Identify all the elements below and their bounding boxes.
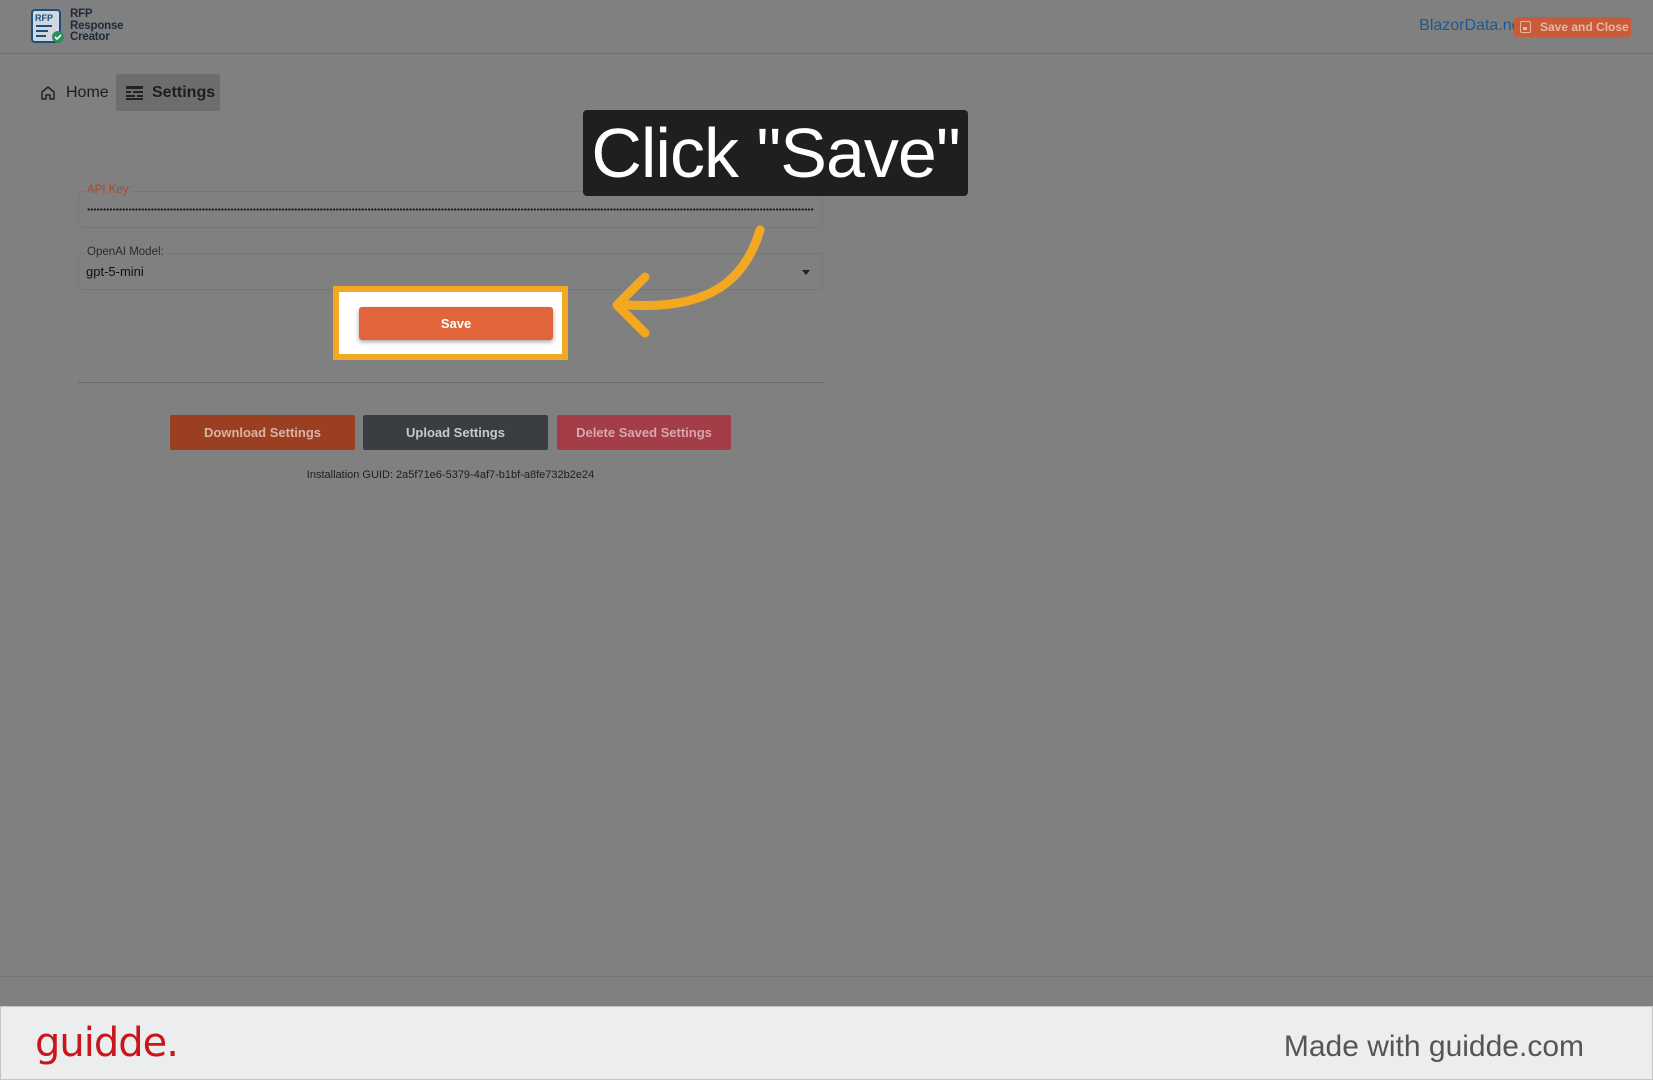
api-key-masked-value <box>87 208 814 211</box>
nav-settings-label: Settings <box>152 84 216 101</box>
save-icon <box>1520 21 1531 33</box>
installation-guid: Installation GUID: 2a5f71e6-5379-4af7-b1… <box>306 469 595 481</box>
guidde-logo: guidde. <box>35 1020 179 1066</box>
nav-home[interactable]: Home <box>37 74 116 111</box>
app-logo[interactable]: RFP RFP Response Creator <box>31 8 171 48</box>
save-button[interactable]: Save <box>359 307 553 340</box>
divider <box>78 382 823 383</box>
download-settings-button[interactable]: Download Settings <box>170 415 355 450</box>
instruction-callout: Click "Save" <box>583 110 968 196</box>
nav-settings[interactable]: Settings <box>116 74 220 111</box>
logo-badge-icon: RFP <box>31 9 64 43</box>
footer-divider <box>0 976 1653 977</box>
api-key-label: API Key: <box>85 184 134 197</box>
nav-home-label: Home <box>66 84 109 101</box>
guidde-watermark-bar: guidde. Made with guidde.com <box>0 1006 1653 1080</box>
home-icon <box>41 86 55 100</box>
openai-model-label: OpenAI Model: <box>85 246 166 259</box>
top-bar: RFP RFP Response Creator BlazorData.net … <box>0 0 1653 54</box>
save-and-close-button[interactable]: Save and Close <box>1514 17 1631 37</box>
save-highlight: Save <box>333 286 568 360</box>
delete-saved-settings-button[interactable]: Delete Saved Settings <box>557 415 731 450</box>
save-and-close-label: Save and Close <box>1540 20 1629 34</box>
upload-settings-button[interactable]: Upload Settings <box>363 415 548 450</box>
logo-text: RFP Response Creator <box>70 8 124 43</box>
svg-text:RFP: RFP <box>35 13 53 23</box>
blazordata-link[interactable]: BlazorData.net <box>1419 17 1525 35</box>
openai-model-value: gpt-5-mini <box>86 264 144 279</box>
pointer-arrow-icon <box>612 225 765 338</box>
settings-icon <box>126 86 143 100</box>
made-with-guidde: Made with guidde.com <box>1283 1030 1584 1063</box>
chevron-down-icon[interactable] <box>802 270 810 275</box>
